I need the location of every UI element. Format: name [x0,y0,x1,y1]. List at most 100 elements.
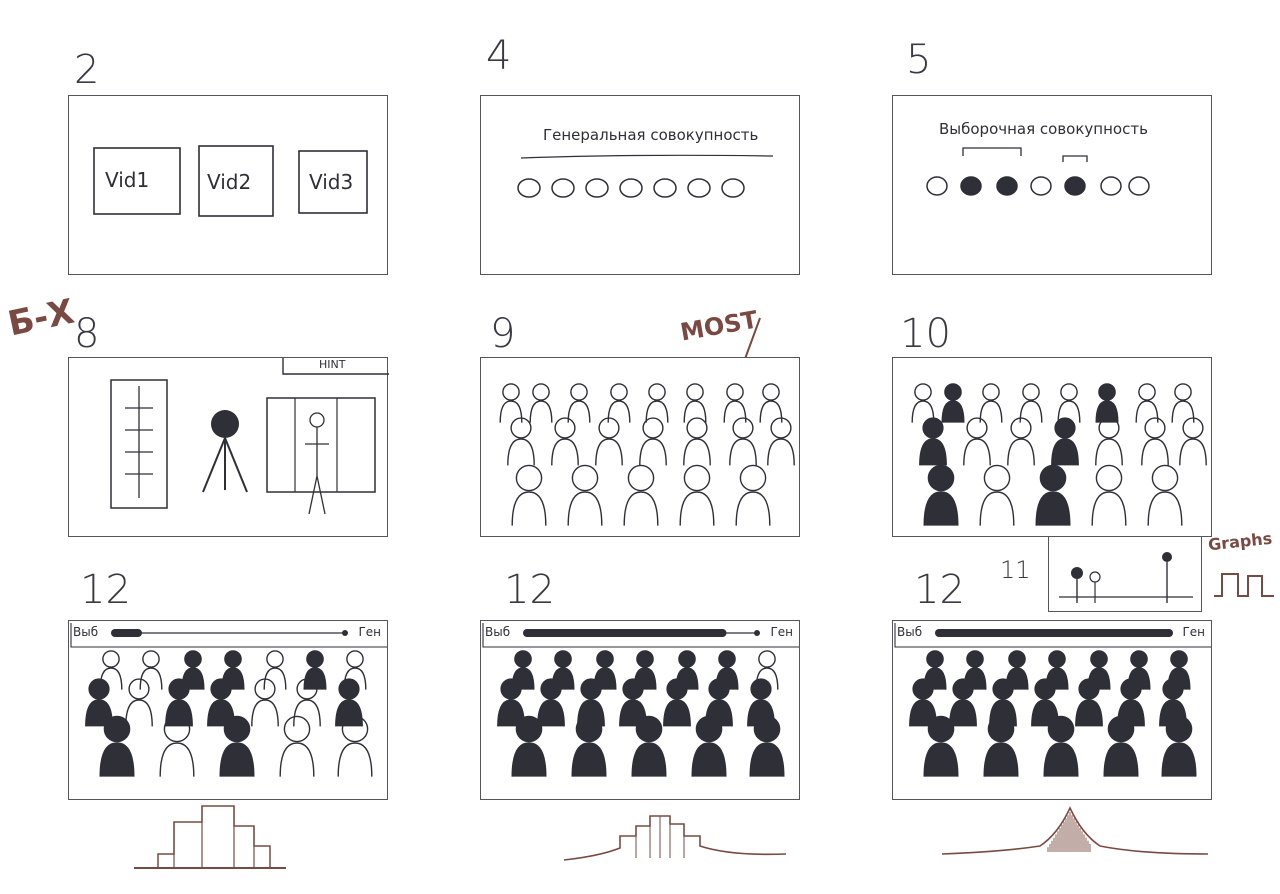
inset-sketch [1059,552,1193,603]
person [723,383,747,423]
person [645,383,669,423]
histogram-sketch-medium [563,815,787,861]
person [767,417,795,466]
person [263,650,287,690]
population-circle [653,178,677,198]
person-selected [335,678,363,727]
person-selected [1043,715,1079,777]
sample-size-end-dot [754,630,760,636]
person [607,383,631,423]
person [1057,383,1081,423]
presenter-sketch [309,412,325,428]
bar-right-label: Ген [1182,625,1205,639]
panel-number-10: 10 [900,311,951,357]
panel-crowd-1 [480,357,800,537]
crowd-sketch-more-filled [70,623,387,777]
population-circles [517,154,774,198]
person [1091,464,1127,526]
graphs-wave-icon [1214,573,1274,597]
person [551,417,579,466]
person-selected [919,417,947,466]
crowd-sketch-mostly-filled [482,623,799,777]
bar-right-label: Ген [770,625,793,639]
panel-inset-11 [1048,536,1202,612]
setup-sketch [110,358,389,515]
panel-number-8: 8 [74,311,100,357]
person-selected [99,715,135,777]
hint-label: HINT [319,358,346,371]
sample-size-end-dot [1166,630,1172,636]
panel-number-12a: 12 [80,567,131,613]
person [567,464,603,526]
population-circle-group [517,178,745,198]
panel-crowd-2 [892,357,1212,537]
screen-sketch [266,397,376,493]
person [279,715,315,777]
sample-circle [926,176,948,196]
population-circle [551,178,575,198]
crowd-sketch-partial [911,383,1207,526]
panel-number-5: 5 [906,37,932,83]
person-selected [1075,678,1103,727]
panel-sample-growth-3: Выб Ген [892,620,1212,800]
person [125,678,153,727]
bar-right-label: Ген [358,625,381,639]
video-label-2: Vid2 [207,170,252,194]
person [729,417,757,466]
panel-sample: Выборочная совокупность [892,95,1212,275]
panel-setup: HINT [68,357,389,537]
population-circle [721,178,745,198]
bar-left-label: Выб [897,625,923,639]
panel-sample-growth-2: Выб Ген [480,620,800,800]
sample-bracket-1 [962,147,1022,156]
sample-circle-selected [1064,176,1086,196]
sample-title: Выборочная совокупность [939,120,1148,138]
storyboard-sheet: 2 Vid1 Vid2 Vid3 4 Генеральная совокупно… [0,0,1280,894]
person-selected [941,383,965,423]
population-circle [585,178,609,198]
person [911,383,935,423]
panel-videos: Vid1 Vid2 Vid3 [68,95,388,275]
bar-left-label: Выб [73,625,99,639]
side-note-8: Б-Х [4,291,78,345]
panel-number-9: 9 [490,311,516,357]
panel-number-12c: 12 [914,567,965,613]
person [979,464,1015,526]
person-selected [949,678,977,727]
person-selected [219,715,255,777]
person [639,417,667,466]
crowd-sketch-all-filled [894,623,1211,777]
person-selected [1103,715,1139,777]
person [511,464,547,526]
person [1147,464,1183,526]
sample-circle [1030,176,1052,196]
panel-population: Генеральная совокупность [480,95,800,275]
person-selected [1051,417,1079,466]
person-selected [923,715,959,777]
sample-size-end-dot [342,630,348,636]
sample-circle-selected [996,176,1018,196]
population-circle [517,178,541,198]
person [1007,417,1035,466]
video-label-3: Vid3 [309,170,354,194]
population-underline [520,154,774,159]
person [567,383,591,423]
person [679,464,715,526]
population-circle [687,178,711,198]
histogram-sketch-fine [941,806,1209,855]
person-selected [1161,715,1197,777]
sample-bracket-2 [1062,155,1088,162]
video-label-1: Vid1 [105,168,150,192]
camera-sketch [211,410,239,438]
sample-circle [1100,176,1122,196]
panel-number-12b: 12 [504,567,555,613]
panel-sample-growth-1: Выб Ген [68,620,388,800]
person-selected [1035,464,1071,526]
sample-circle-selected [960,176,982,196]
histogram-sketch-coarse [134,805,286,869]
person-selected [511,715,547,777]
bar-left-label: Выб [485,625,511,639]
sample-circle [1128,176,1150,196]
person-selected [631,715,667,777]
sample-circle-group [926,176,1150,196]
